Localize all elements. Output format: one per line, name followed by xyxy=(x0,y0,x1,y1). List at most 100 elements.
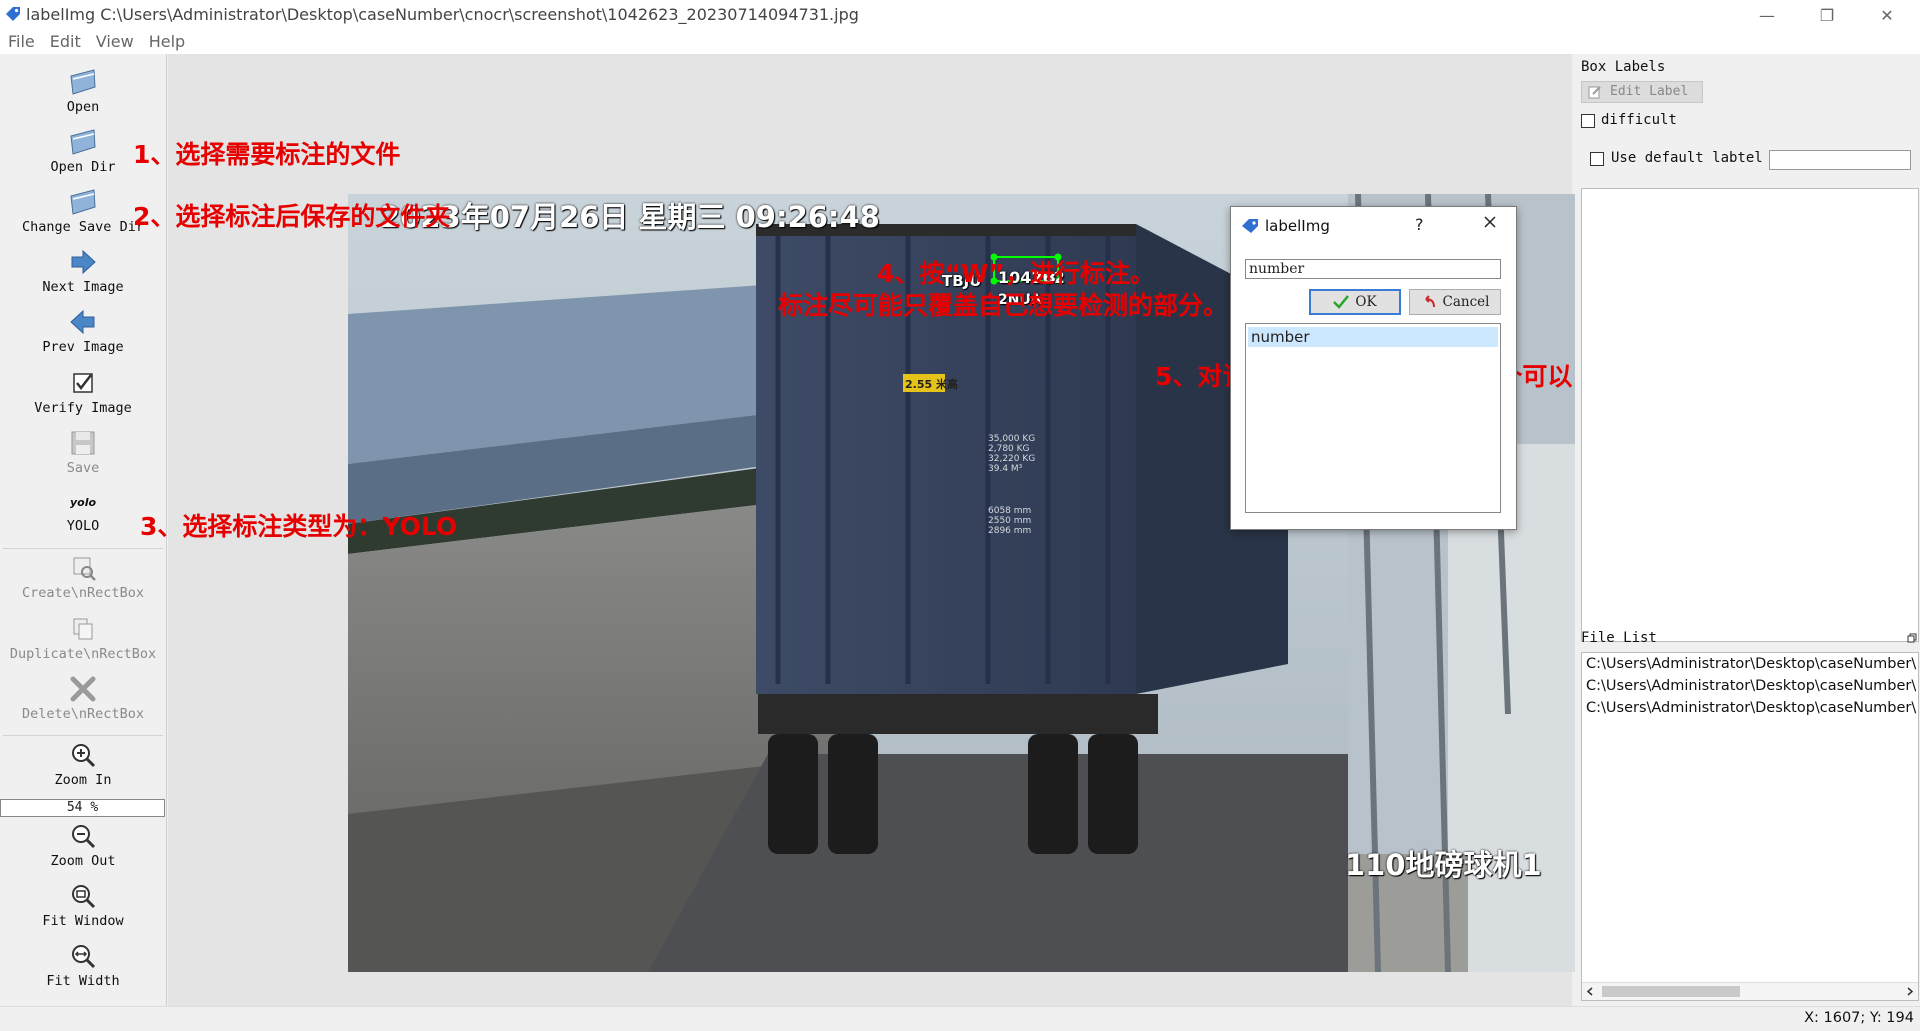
delete-rectbox-label: Delete\nRectBox xyxy=(22,706,144,722)
toolbar-divider xyxy=(3,548,163,549)
open-button[interactable]: Open xyxy=(0,67,166,115)
next-image-button[interactable]: Next Image xyxy=(0,247,166,295)
right-dock: Box Labels Edit Label difficult Use defa… xyxy=(1575,54,1920,1006)
file-list-title: File List xyxy=(1581,630,1657,646)
chevron-left-icon[interactable] xyxy=(1586,987,1594,996)
yolo-label: YOLO xyxy=(66,518,100,534)
file-list-item[interactable]: C:\Users\Administrator\Desktop\caseNumbe… xyxy=(1582,697,1918,719)
title-bar: labelImg C:\Users\Administrator\Desktop\… xyxy=(0,0,1920,30)
zoom-in-button[interactable]: Zoom In xyxy=(0,740,166,788)
use-default-label-checkbox[interactable] xyxy=(1590,152,1604,166)
zoom-out-button[interactable]: Zoom Out xyxy=(0,821,166,869)
label-history-list: number xyxy=(1245,323,1501,513)
labelimg-app-icon xyxy=(6,7,20,21)
arrow-right-icon xyxy=(71,249,96,275)
label-input[interactable]: number xyxy=(1245,259,1501,279)
change-save-dir-label: Change Save Dir xyxy=(22,219,144,235)
photo-timestamp: 2023年07月26日 星期三 09:26:48 xyxy=(380,200,880,234)
zoom-level-field[interactable]: 54 % xyxy=(0,799,165,817)
duplicate-rectbox-button[interactable]: Duplicate\nRectBox xyxy=(0,614,166,662)
fit-width-label: Fit Width xyxy=(46,973,120,989)
duplicate-icon xyxy=(73,618,93,640)
labelimg-app-icon xyxy=(1242,219,1258,233)
zoom-in-label: Zoom In xyxy=(54,772,112,788)
save-disk-icon xyxy=(71,431,95,455)
verify-image-label: Verify Image xyxy=(34,400,132,416)
check-icon xyxy=(1333,295,1350,309)
chevron-right-icon[interactable] xyxy=(1906,987,1914,996)
annotation-step4-line2: 标注尽可能只覆盖自己想要检测的部分。 xyxy=(778,291,1229,320)
zoom-out-icon xyxy=(72,825,96,849)
folder-open-icon xyxy=(70,129,96,155)
box-labels-title: Box Labels xyxy=(1581,59,1666,75)
horizontal-scrollbar[interactable] xyxy=(1582,982,1918,1000)
zoom-in-icon xyxy=(72,744,96,768)
menu-file[interactable]: File xyxy=(0,30,42,51)
fit-window-button[interactable]: Fit Window xyxy=(0,881,166,929)
annotation-step3: 3、选择标注类型为：YOLO xyxy=(140,512,458,541)
arrow-left-icon xyxy=(70,309,95,335)
verify-image-button[interactable]: Verify Image xyxy=(0,368,166,416)
photo-camera-label: 110地磅球机1 xyxy=(1345,848,1542,882)
prev-image-button[interactable]: Prev Image xyxy=(0,307,166,355)
create-rectbox-button[interactable]: Create\nRectBox xyxy=(0,553,166,601)
create-rectbox-label: Create\nRectBox xyxy=(22,585,144,601)
dialog-title: labelImg xyxy=(1265,217,1330,235)
delete-rectbox-button[interactable]: Delete\nRectBox xyxy=(0,674,166,722)
save-button[interactable]: Save xyxy=(0,428,166,476)
status-bar: X: 1607; Y: 194 xyxy=(0,1006,1920,1031)
window-title: labelImg C:\Users\Administrator\Desktop\… xyxy=(26,5,859,24)
cancel-button[interactable]: Cancel xyxy=(1409,289,1501,315)
container-dimensions: 6058 mm 2550 mm 2896 mm xyxy=(988,506,1032,536)
folder-open-icon xyxy=(70,189,96,215)
zoom-out-label: Zoom Out xyxy=(50,853,116,869)
use-default-label-text: Use default labtel xyxy=(1611,150,1763,166)
prev-image-label: Prev Image xyxy=(42,339,124,355)
save-label: Save xyxy=(66,460,100,476)
difficult-label: difficult xyxy=(1601,112,1677,128)
edit-label-button[interactable]: Edit Label xyxy=(1581,81,1703,103)
height-warning-tag: 2.55 米高 xyxy=(905,378,958,391)
file-list-item[interactable]: C:\Users\Administrator\Desktop\caseNumbe… xyxy=(1582,675,1918,697)
create-box-icon xyxy=(73,557,96,581)
toolbar-divider xyxy=(3,735,163,736)
undock-icon[interactable] xyxy=(1907,633,1917,643)
fit-width-icon xyxy=(72,945,96,969)
delete-x-icon xyxy=(70,676,96,702)
dialog-help-button[interactable]: ? xyxy=(1415,215,1424,234)
annotation-step4-line1: 4、按“W”，进行标注。 xyxy=(877,259,1155,288)
duplicate-rectbox-label: Duplicate\nRectBox xyxy=(9,646,157,662)
scrollbar-thumb[interactable] xyxy=(1602,986,1740,997)
file-list-item[interactable]: C:\Users\Administrator\Desktop\caseNumbe… xyxy=(1582,653,1918,675)
default-label-input[interactable] xyxy=(1769,150,1911,170)
menu-bar: File Edit View Help xyxy=(0,30,1920,54)
fit-window-label: Fit Window xyxy=(42,913,124,929)
ok-label: OK xyxy=(1355,294,1377,310)
open-dir-label: Open Dir xyxy=(50,159,116,175)
next-image-label: Next Image xyxy=(42,279,124,295)
file-list[interactable]: C:\Users\Administrator\Desktop\caseNumbe… xyxy=(1581,652,1919,1001)
label-history-item[interactable]: number xyxy=(1248,327,1498,347)
close-icon[interactable] xyxy=(1481,213,1499,231)
restore-button[interactable]: ❐ xyxy=(1804,0,1850,30)
difficult-checkbox[interactable] xyxy=(1581,114,1595,128)
box-label-list[interactable] xyxy=(1581,188,1919,642)
fit-width-button[interactable]: Fit Width xyxy=(0,941,166,989)
label-dialog: labelImg ? number OK Cancel number xyxy=(1230,206,1517,530)
menu-help[interactable]: Help xyxy=(141,30,192,51)
menu-view[interactable]: View xyxy=(88,30,141,51)
container-weights: 35,000 KG 2,780 KG 32,220 KG 39.4 M³ xyxy=(988,434,1036,474)
folder-open-icon xyxy=(70,69,96,95)
open-label: Open xyxy=(66,99,100,115)
edit-label-text: Edit Label xyxy=(1610,84,1689,99)
annotation-step1: 1、选择需要标注的文件 xyxy=(133,140,401,169)
fit-window-icon xyxy=(72,885,96,909)
ok-button[interactable]: OK xyxy=(1309,289,1401,315)
annotation-step2: 2、选择标注后保存的文件夹 xyxy=(133,202,451,231)
cursor-coordinates: X: 1607; Y: 194 xyxy=(1804,1010,1914,1026)
close-button[interactable]: ✕ xyxy=(1864,0,1910,30)
minimize-button[interactable]: — xyxy=(1744,0,1790,30)
cancel-label: Cancel xyxy=(1442,294,1490,310)
menu-edit[interactable]: Edit xyxy=(42,30,88,51)
file-list-header: File List xyxy=(1579,630,1919,648)
